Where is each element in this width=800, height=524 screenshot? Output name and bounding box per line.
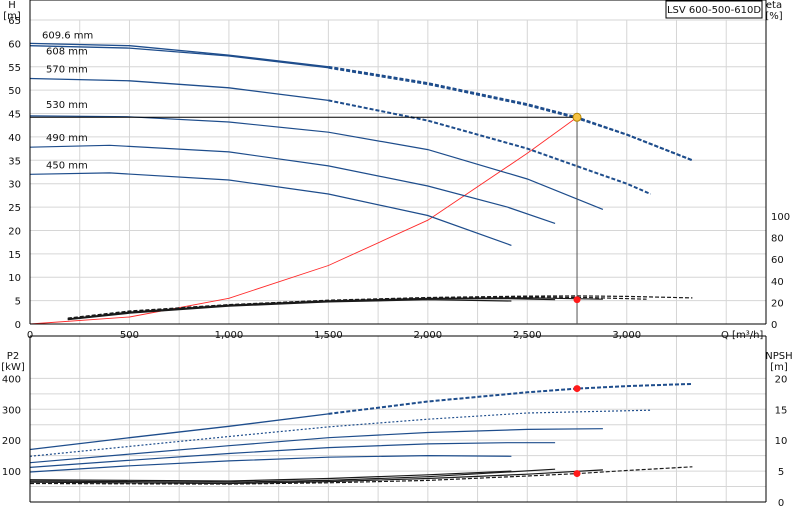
model-label: LSV 600-500-610D xyxy=(667,5,761,16)
head-y-tick-label: 10 xyxy=(8,273,21,284)
flow-x-axis-title: Q [m³/h] xyxy=(721,330,763,341)
head-curve xyxy=(29,144,556,224)
eta-y-tick-label: 40 xyxy=(771,277,784,288)
head-curve-dashed xyxy=(328,99,651,195)
eta-y-axis-title: eta [%] xyxy=(765,0,782,22)
head-y-tick-label: 45 xyxy=(8,110,21,121)
flow-x-tick-label: 500 xyxy=(120,330,139,341)
head-y-tick-label: 20 xyxy=(8,226,21,237)
power-y-tick-label: 100 xyxy=(2,467,21,478)
grid-layer xyxy=(30,19,766,502)
axes-layer xyxy=(29,0,767,503)
head-y-tick-label: 60 xyxy=(8,39,21,50)
pump-performance-chart: H [m] eta [%] Q [m³/h] P2 [kW] NPSH [m] 0 5 10 15 20 2… xyxy=(0,0,800,520)
efficiency-point-marker xyxy=(573,296,581,304)
impeller-diameter-label: 530 mm xyxy=(46,100,88,111)
flow-x-tick-label: 1,500 xyxy=(314,330,343,341)
system-curve xyxy=(29,116,578,325)
chart-canvas: H [m]eta [%]Q [m³/h]P2 [kW]NPSH [m]051015202… xyxy=(1,0,793,509)
efficiency-curve xyxy=(67,297,556,320)
npsh-point-marker xyxy=(573,470,581,478)
npsh-y-tick-label: 10 xyxy=(775,436,788,447)
flow-x-tick-label: 2,500 xyxy=(513,330,542,341)
labels-layer: H [m]eta [%]Q [m³/h]P2 [kW]NPSH [m]051015202… xyxy=(1,0,792,509)
flow-x-tick-label: 2,000 xyxy=(414,330,443,341)
impeller-diameter-label: 609.6 mm xyxy=(42,30,93,41)
flow-x-tick-label: 1,000 xyxy=(215,330,244,341)
head-y-tick-label: 5 xyxy=(15,297,21,308)
npsh-y-axis-title: NPSH [m] xyxy=(765,351,792,373)
head-y-tick-label: 25 xyxy=(8,203,21,214)
flow-x-tick-label: 3,000 xyxy=(612,330,641,341)
power-point-marker xyxy=(573,385,581,393)
flow-x-tick-label: 0 xyxy=(27,330,33,341)
power-y-tick-label: 200 xyxy=(2,436,21,447)
impeller-diameter-label: 608 mm xyxy=(46,47,88,58)
power-curve xyxy=(29,454,512,473)
impeller-diameter-label: 490 mm xyxy=(46,133,88,144)
duty-point-marker xyxy=(572,112,582,122)
impeller-diameter-label: 570 mm xyxy=(46,64,88,75)
eta-y-tick-label: 20 xyxy=(771,298,784,309)
npsh-y-tick-label: 20 xyxy=(775,374,788,385)
eta-y-tick-label: 100 xyxy=(771,212,790,223)
head-y-tick-label: 30 xyxy=(8,180,21,191)
power-curve xyxy=(29,409,651,457)
eta-y-tick-label: 80 xyxy=(771,234,784,245)
power-y-axis-title: P2 [kW] xyxy=(1,351,25,373)
head-y-tick-label: 65 xyxy=(8,16,21,27)
head-y-tick-label: 0 xyxy=(15,320,21,331)
eta-y-tick-label: 0 xyxy=(771,320,777,331)
head-y-tick-label: 40 xyxy=(8,133,21,144)
npsh-y-tick-label: 0 xyxy=(778,498,784,509)
power-y-tick-label: 300 xyxy=(2,405,21,416)
head-curve xyxy=(29,115,604,210)
head-y-tick-label: 35 xyxy=(8,156,21,167)
model-label-box: LSV 600-500-610D xyxy=(665,0,763,19)
impeller-diameter-label: 450 mm xyxy=(46,160,88,171)
system-curve-layer xyxy=(29,116,578,325)
eta-y-tick-label: 60 xyxy=(771,255,784,266)
head-y-tick-label: 55 xyxy=(8,63,21,74)
power-y-tick-label: 400 xyxy=(2,374,21,385)
markers-layer xyxy=(30,112,582,478)
power-curve xyxy=(29,442,556,468)
npsh-y-tick-label: 5 xyxy=(778,467,784,478)
head-y-tick-label: 15 xyxy=(8,250,21,261)
head-y-tick-label: 50 xyxy=(8,86,21,97)
npsh-y-tick-label: 15 xyxy=(775,405,788,416)
